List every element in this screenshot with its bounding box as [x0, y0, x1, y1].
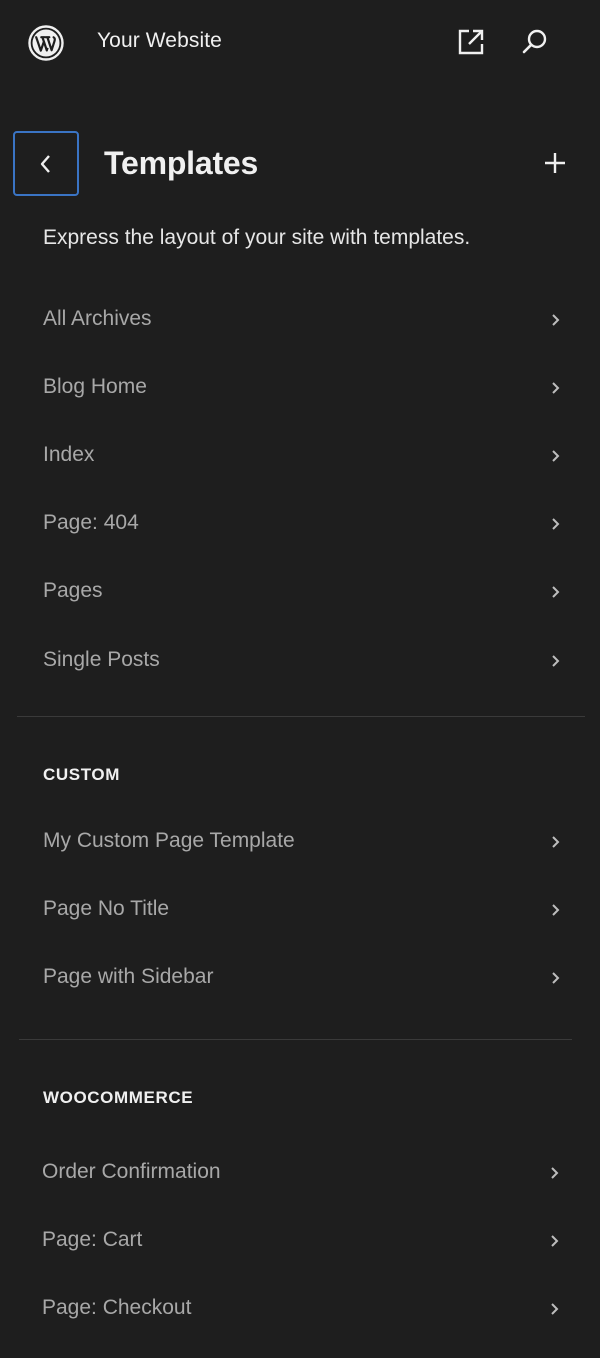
list-item[interactable]: Page: Checkout	[0, 1282, 600, 1338]
list-item[interactable]: My Custom Page Template	[0, 815, 600, 871]
chevron-right-icon	[552, 314, 560, 326]
list-item-label: Blog Home	[43, 375, 147, 398]
back-button[interactable]	[13, 131, 79, 196]
list-item[interactable]: Order Confirmation	[0, 1146, 600, 1202]
list-item[interactable]: Index	[0, 429, 600, 485]
list-item-label: Page: 404	[43, 511, 139, 534]
list-item[interactable]: Pages	[0, 565, 600, 621]
list-item-label: My Custom Page Template	[43, 829, 295, 852]
section-heading-custom: CUSTOM	[43, 765, 120, 784]
plus-icon	[545, 153, 565, 173]
external-link-icon[interactable]	[455, 26, 487, 58]
chevron-right-icon	[551, 1303, 559, 1315]
section-heading-woocommerce: WOOCOMMERCE	[43, 1088, 194, 1107]
list-item[interactable]: All Archives	[0, 293, 600, 349]
chevron-right-icon	[552, 904, 560, 916]
list-item[interactable]: Page: 404	[0, 497, 600, 553]
add-template-button[interactable]	[536, 144, 574, 182]
list-item[interactable]: Page No Title	[0, 883, 600, 939]
list-item-label: Page with Sidebar	[43, 965, 214, 988]
chevron-right-icon	[552, 382, 560, 394]
page-title: Templates	[104, 145, 259, 181]
chevron-right-icon	[552, 586, 560, 598]
list-item[interactable]: Single Posts	[0, 634, 600, 690]
wordpress-logo-icon[interactable]	[28, 25, 64, 61]
divider	[17, 716, 585, 717]
list-item-label: Page: Checkout	[42, 1296, 192, 1319]
chevron-right-icon	[552, 518, 560, 530]
list-item-label: All Archives	[43, 307, 152, 330]
chevron-right-icon	[552, 450, 560, 462]
list-item[interactable]: Page: Cart	[0, 1214, 600, 1270]
chevron-right-icon	[551, 1235, 559, 1247]
page-description: Express the layout of your site with tem…	[43, 226, 471, 249]
list-item-label: Index	[43, 443, 95, 466]
list-item[interactable]: Page with Sidebar	[0, 951, 600, 1007]
list-item-label: Order Confirmation	[42, 1160, 221, 1183]
site-editor-templates-panel: Your Website Templates Express the layou…	[0, 0, 600, 1358]
chevron-right-icon	[551, 1167, 559, 1179]
site-title[interactable]: Your Website	[97, 29, 222, 53]
chevron-left-icon	[40, 154, 50, 173]
divider	[19, 1039, 572, 1040]
search-icon[interactable]	[519, 26, 551, 58]
list-item[interactable]: Blog Home	[0, 361, 600, 417]
list-item-label: Page: Cart	[42, 1228, 143, 1251]
top-bar: Your Website	[0, 0, 600, 86]
chevron-right-icon	[552, 836, 560, 848]
list-item-label: Pages	[43, 579, 103, 602]
chevron-right-icon	[552, 972, 560, 984]
list-item-label: Page No Title	[43, 897, 170, 920]
chevron-right-icon	[552, 655, 560, 667]
list-item-label: Single Posts	[43, 648, 160, 671]
